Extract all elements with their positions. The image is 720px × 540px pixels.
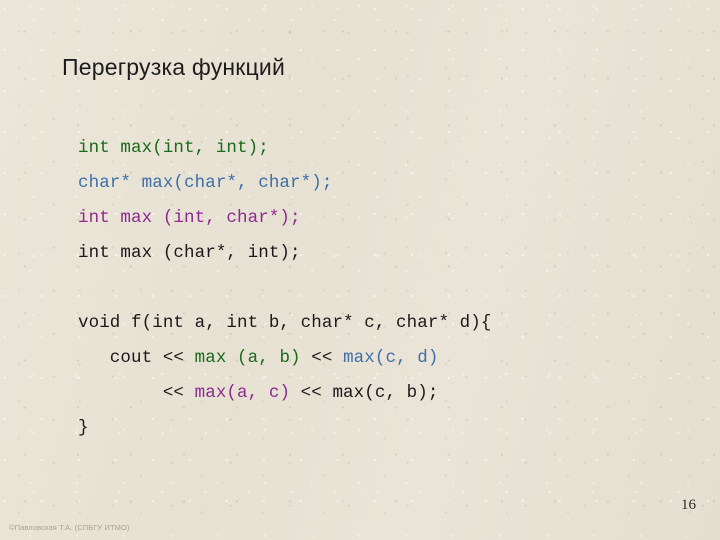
code-token: int max (char*, int);: [78, 242, 301, 263]
footer-credit: ©Павловская Т.А. (СПБГУ ИТМО): [9, 523, 130, 532]
code-token: max (a, b): [194, 347, 301, 368]
code-token: << max(c, b);: [290, 382, 439, 403]
code-token: <<: [78, 382, 195, 403]
code-token: char* max(char*, char*);: [78, 172, 333, 193]
code-token: cout <<: [78, 347, 195, 368]
code-token: max(a, c): [194, 382, 291, 403]
code-token: int max (int, char*);: [78, 207, 301, 228]
code-line-func-signature: void f(int a, int b, char* c, char* d){: [78, 306, 491, 341]
code-line-cout-line-2: << max(a, c) << max(c, b);: [78, 376, 491, 411]
presentation-slide: Перегрузка функций int max(int, int); cha…: [0, 0, 720, 540]
code-line-decl-int-int: int max(int, int);: [78, 131, 491, 166]
page-title: Перегрузка функций: [62, 54, 286, 81]
code-block: int max(int, int); char* max(char*, char*…: [78, 131, 491, 446]
code-line-cout-line-1: cout << max (a, b) << max(c, d): [78, 341, 491, 376]
code-line-decl-char-int: int max (char*, int);: [78, 236, 491, 271]
code-line-func-close: }: [78, 411, 491, 446]
code-token: void f(int a, int b, char* c, char* d){: [78, 312, 492, 333]
page-number: 16: [681, 497, 696, 513]
code-token: max(c, d): [343, 347, 439, 368]
code-token: <<: [300, 347, 344, 368]
code-token: }: [78, 417, 89, 438]
code-line-decl-int-char: int max (int, char*);: [78, 201, 491, 236]
code-token: int max(int, int);: [78, 137, 269, 158]
code-line-decl-char-char: char* max(char*, char*);: [78, 166, 491, 201]
